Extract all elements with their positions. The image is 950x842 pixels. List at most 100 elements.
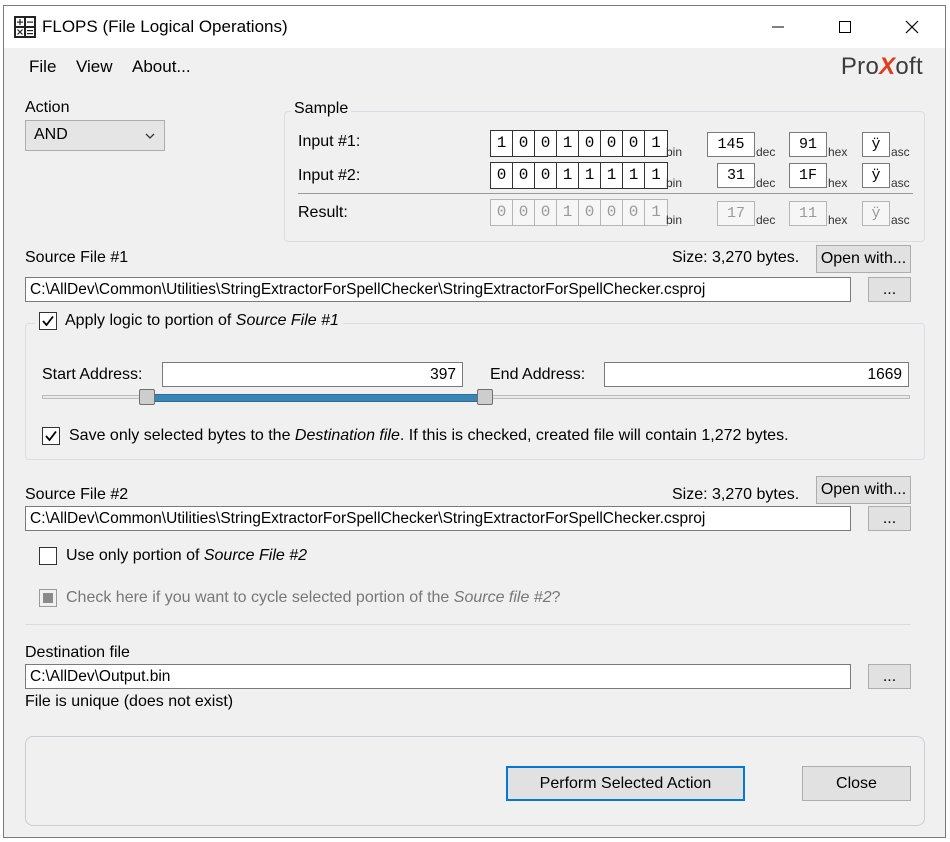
bit[interactable]: 1: [645, 163, 667, 188]
destination-label: Destination file: [25, 644, 130, 661]
source2-open-with-button[interactable]: Open with...: [816, 476, 911, 504]
input2-dec[interactable]: 31: [717, 163, 755, 188]
bit[interactable]: 0: [535, 163, 557, 188]
input2-asc[interactable]: ÿ: [862, 163, 890, 188]
source1-path-input[interactable]: C:\AllDev\Common\Utilities\StringExtract…: [25, 277, 851, 302]
minimize-icon: [772, 26, 784, 28]
chevron-down-icon: [145, 133, 155, 139]
destination-path-input[interactable]: C:\AllDev\Output.bin: [25, 664, 851, 689]
bit[interactable]: 1: [491, 131, 513, 156]
dec-suffix: dec: [756, 145, 776, 159]
bit[interactable]: 0: [513, 131, 535, 156]
slider-start-handle[interactable]: [139, 389, 155, 405]
slider-end-handle[interactable]: [477, 389, 493, 405]
input2-bits[interactable]: 00011111: [490, 162, 668, 189]
save-selected-label: Save only selected bytes to the Destinat…: [69, 427, 789, 444]
source2-cycle-toggle: Check here if you want to cycle selected…: [39, 589, 561, 607]
save-selected-toggle[interactable]: Save only selected bytes to the Destinat…: [42, 427, 789, 445]
asc-suffix: asc: [891, 213, 910, 227]
source2-label: Source File #2: [25, 486, 129, 503]
bin-suffix: bin: [666, 145, 683, 159]
source2-path-input[interactable]: C:\AllDev\Common\Utilities\StringExtract…: [25, 506, 851, 531]
input2-label: Input #2:: [298, 167, 361, 184]
source2-size: Size: 3,270 bytes.: [672, 486, 800, 503]
result-divider: [298, 193, 913, 194]
menu-file[interactable]: File: [29, 57, 56, 77]
title-bar[interactable]: FLOPS (File Logical Operations): [4, 6, 945, 48]
bit[interactable]: 1: [579, 163, 601, 188]
bit[interactable]: 1: [623, 163, 645, 188]
source2-portion-toggle[interactable]: Use only portion of Source File #2: [39, 547, 307, 565]
maximize-icon: [839, 21, 851, 33]
destination-status: File is unique (does not exist): [25, 693, 234, 710]
input1-dec[interactable]: 145: [707, 132, 755, 157]
section-divider: [25, 624, 911, 625]
bit[interactable]: 1: [645, 131, 667, 156]
source1-portion-toggle[interactable]: Apply logic to portion of Source File #1: [35, 312, 343, 330]
menu-bar: File View About...: [4, 48, 945, 84]
bit: 0: [491, 200, 513, 225]
bit[interactable]: 0: [623, 131, 645, 156]
result-bits: 00010001: [490, 199, 668, 226]
close-window-button[interactable]: [880, 6, 944, 48]
action-select[interactable]: AND: [25, 120, 165, 151]
bit[interactable]: 0: [535, 131, 557, 156]
asc-suffix: asc: [891, 176, 910, 190]
bit[interactable]: 1: [601, 163, 623, 188]
source1-portion-label: Apply logic to portion of Source File #1: [65, 312, 339, 329]
window-title: FLOPS (File Logical Operations): [42, 17, 288, 36]
bit: 0: [579, 200, 601, 225]
menu-about[interactable]: About...: [132, 57, 191, 77]
source1-label: Source File #1: [25, 249, 129, 266]
bit: 1: [651, 203, 661, 221]
proxoft-logo: ProXoft: [840, 53, 923, 80]
hex-suffix: hex: [828, 213, 848, 227]
result-dec: 17: [717, 201, 755, 226]
source1-browse-button[interactable]: ...: [868, 277, 911, 302]
menu-view[interactable]: View: [76, 57, 113, 77]
action-label: Action: [25, 99, 70, 116]
result-label: Result:: [298, 204, 348, 221]
result-hex: 11: [789, 201, 827, 226]
address-range-slider[interactable]: [42, 389, 910, 405]
source1-portion-checkbox[interactable]: [39, 312, 57, 330]
calculator-icon: [13, 15, 37, 39]
bit: 0: [513, 200, 535, 225]
start-address-label: Start Address:: [42, 366, 143, 383]
bit[interactable]: 0: [579, 131, 601, 156]
source2-cycle-label: Check here if you want to cycle selected…: [66, 589, 561, 606]
source2-portion-label: Use only portion of Source File #2: [66, 547, 308, 564]
source1-open-with-button[interactable]: Open with...: [816, 245, 911, 273]
bit[interactable]: 0: [601, 131, 623, 156]
slider-selected-range: [147, 394, 485, 402]
action-panel: [25, 736, 925, 826]
hex-suffix: hex: [828, 176, 848, 190]
bit: 1: [557, 200, 579, 225]
source2-portion-checkbox[interactable]: [39, 547, 57, 565]
input1-asc[interactable]: ÿ: [862, 132, 890, 157]
dec-suffix: dec: [756, 213, 776, 227]
maximize-button[interactable]: [813, 6, 877, 48]
start-address-input[interactable]: 397: [162, 362, 463, 387]
close-icon: [905, 20, 919, 34]
bin-suffix: bin: [666, 176, 683, 190]
bit[interactable]: 0: [513, 163, 535, 188]
perform-action-button[interactable]: Perform Selected Action: [506, 766, 745, 801]
close-button[interactable]: Close: [802, 766, 911, 801]
dec-suffix: dec: [756, 176, 776, 190]
bit[interactable]: 1: [557, 131, 579, 156]
asc-suffix: asc: [891, 145, 910, 159]
source2-browse-button[interactable]: ...: [868, 506, 911, 531]
bit: 0: [535, 200, 557, 225]
minimize-button[interactable]: [746, 6, 810, 48]
result-asc: ÿ: [862, 201, 890, 226]
hex-suffix: hex: [828, 145, 848, 159]
bit[interactable]: 0: [491, 163, 513, 188]
bit[interactable]: 1: [557, 163, 579, 188]
destination-browse-button[interactable]: ...: [868, 664, 911, 689]
save-selected-checkbox[interactable]: [42, 427, 60, 445]
input2-hex[interactable]: 1F: [789, 163, 827, 188]
input1-hex[interactable]: 91: [789, 132, 827, 157]
end-address-input[interactable]: 1669: [604, 362, 909, 387]
input1-bits[interactable]: 10010001: [490, 130, 668, 157]
